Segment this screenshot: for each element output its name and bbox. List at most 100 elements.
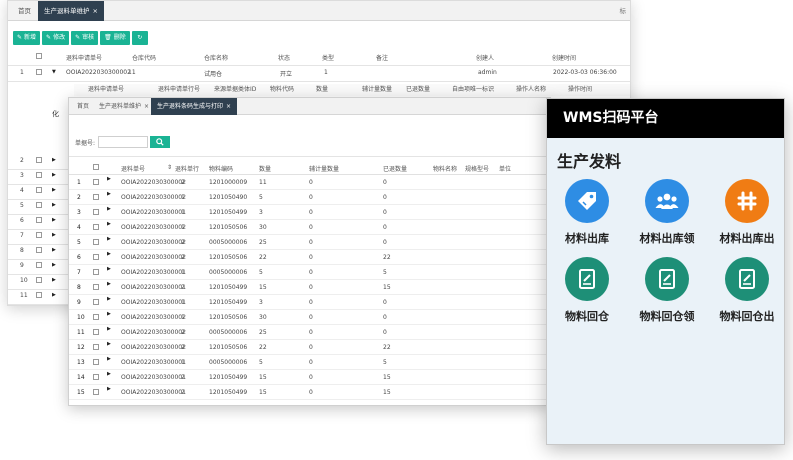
expand-triangle-icon[interactable]: ▶ bbox=[52, 292, 56, 298]
tab-barcode-generate-print[interactable]: 生产退料条码生成与打印 × bbox=[151, 98, 238, 115]
row-checkbox[interactable] bbox=[93, 359, 99, 367]
row-checkbox[interactable] bbox=[36, 262, 42, 270]
row-checkbox[interactable] bbox=[93, 239, 99, 247]
subcol-9[interactable]: 操作时间 bbox=[568, 84, 592, 93]
select-all-checkbox[interactable] bbox=[36, 53, 42, 61]
row-checkbox[interactable] bbox=[93, 329, 99, 337]
app-material-outbound-out[interactable]: 材料出库出 bbox=[707, 179, 784, 246]
expand-triangle-icon[interactable]: ▶ bbox=[107, 176, 111, 182]
row-checkbox[interactable] bbox=[93, 224, 99, 232]
expand-triangle-icon[interactable]: ▶ bbox=[52, 277, 56, 283]
expand-triangle-icon[interactable]: ▶ bbox=[107, 371, 111, 377]
col-spec[interactable]: 规格型号 bbox=[465, 164, 489, 173]
subcol-8[interactable]: 操作人名称 bbox=[516, 84, 546, 93]
expand-triangle-icon[interactable]: ▶ bbox=[107, 296, 111, 302]
row-checkbox[interactable] bbox=[36, 232, 42, 240]
col-material-code[interactable]: 物料编码 bbox=[209, 164, 233, 173]
expand-triangle-icon[interactable]: ▶ bbox=[107, 251, 111, 257]
row-checkbox[interactable] bbox=[36, 247, 42, 255]
expand-triangle-icon[interactable]: ▶ bbox=[107, 341, 111, 347]
subcol-7[interactable]: 自由项唯一标识 bbox=[452, 84, 494, 93]
subcol-3[interactable]: 物料代码 bbox=[270, 84, 294, 93]
close-icon[interactable]: × bbox=[93, 7, 98, 15]
table-row[interactable]: 10 ▶ OOIA2022030300002 1 1201050506 30 0 0 bbox=[69, 310, 550, 325]
row-checkbox[interactable] bbox=[36, 69, 42, 77]
expand-triangle-icon[interactable]: ▶ bbox=[52, 247, 56, 253]
table-row[interactable]: 8 ▶ OOIA2022030300001 2 1201050499 15 0 15 bbox=[69, 280, 550, 295]
col-warehouse-code[interactable]: 仓库代码 bbox=[132, 53, 156, 62]
expand-triangle-icon[interactable]: ▶ bbox=[52, 217, 56, 223]
col-remark[interactable]: 备注 bbox=[376, 53, 388, 62]
subcol-5[interactable]: 辅计量数量 bbox=[362, 84, 392, 93]
add-button[interactable]: ✎ 新增 bbox=[13, 31, 41, 45]
row-checkbox[interactable] bbox=[93, 389, 99, 397]
close-icon[interactable]: × bbox=[144, 103, 149, 110]
app-material-outbound[interactable]: 材料出库 bbox=[547, 179, 627, 246]
row-checkbox[interactable] bbox=[93, 194, 99, 202]
row-checkbox[interactable] bbox=[93, 209, 99, 217]
row-checkbox[interactable] bbox=[93, 344, 99, 352]
expand-triangle-icon[interactable]: ▶ bbox=[107, 281, 111, 287]
row-checkbox[interactable] bbox=[36, 277, 42, 285]
app-material-outbound-requisition[interactable]: 材料出库领 bbox=[627, 179, 707, 246]
search-button[interactable] bbox=[150, 136, 171, 148]
expand-triangle-icon[interactable]: ▶ bbox=[107, 311, 111, 317]
delete-button[interactable]: 🗑 删除 bbox=[100, 31, 130, 45]
table-row[interactable]: 7 ▶ OOIA2022030300001 1 0005000006 5 0 5 bbox=[69, 265, 550, 280]
subcol-0[interactable]: 退料申请单号 bbox=[88, 84, 124, 93]
row-checkbox[interactable] bbox=[93, 269, 99, 277]
refresh-button[interactable]: ↻ bbox=[131, 31, 148, 45]
approve-button[interactable]: ✎ 审核 bbox=[71, 31, 99, 45]
row-checkbox[interactable] bbox=[93, 299, 99, 307]
table-row[interactable]: 9 ▶ OOIA2022030300001 1 1201050499 3 0 0 bbox=[69, 295, 550, 310]
table-row[interactable]: 3 ▶ OOIA2022030300001 1 1201050499 3 0 0 bbox=[69, 205, 550, 220]
tab-home[interactable]: 首页 bbox=[12, 1, 37, 21]
app-material-return-requisition[interactable]: 物料回仓领 bbox=[627, 257, 707, 324]
expand-triangle-icon[interactable]: ▶ bbox=[107, 266, 111, 272]
tab-overflow[interactable]: 标 bbox=[620, 1, 627, 21]
row-checkbox[interactable] bbox=[36, 292, 42, 300]
expand-triangle-icon[interactable]: ▶ bbox=[52, 187, 56, 193]
row-checkbox[interactable] bbox=[36, 202, 42, 210]
col-type[interactable]: 类型 bbox=[322, 53, 334, 62]
expand-triangle-icon[interactable]: ▶ bbox=[52, 202, 56, 208]
expand-triangle-icon[interactable]: ▶ bbox=[52, 262, 56, 268]
col-aux-quantity[interactable]: 辅计量数量 bbox=[309, 164, 339, 173]
row-checkbox[interactable] bbox=[93, 254, 99, 262]
select-all-checkbox[interactable] bbox=[93, 164, 99, 172]
table-row[interactable]: 1 ▶ OOIA2022030300002 2 1201000009 11 0 0 bbox=[69, 175, 550, 190]
app-material-return[interactable]: 物料回仓 bbox=[547, 257, 627, 324]
row-checkbox[interactable] bbox=[93, 314, 99, 322]
table-row[interactable]: 11 ▶ OOIA2022030300002 2 0005000006 25 0 0 bbox=[69, 325, 550, 340]
table-row[interactable]: 13 ▶ OOIA2022030300001 1 0005000006 5 0 5 bbox=[69, 355, 550, 370]
col-return-order-no[interactable]: 退料单号 bbox=[121, 164, 145, 173]
col-creator[interactable]: 创建人 bbox=[476, 53, 494, 62]
col-returned-quantity[interactable]: 已退数量 bbox=[383, 164, 407, 173]
tab-return-order-maintenance[interactable]: 生产退料单维护 × bbox=[38, 1, 104, 21]
col-return-line[interactable]: 退料单行 bbox=[175, 164, 199, 173]
table-row[interactable]: 15 ▶ OOIA2022030300001 2 1201050499 15 0 15 bbox=[69, 385, 550, 400]
row-checkbox[interactable] bbox=[36, 157, 42, 165]
tab-home[interactable]: 首页 bbox=[71, 98, 95, 115]
expand-triangle-icon[interactable]: ▶ bbox=[107, 386, 111, 392]
table-row[interactable]: 1 ▼ OOIA2022030300002 11 试用仓 开立 1 admin … bbox=[8, 69, 630, 80]
row-checkbox[interactable] bbox=[36, 172, 42, 180]
col-warehouse-name[interactable]: 仓库名称 bbox=[204, 53, 228, 62]
expand-triangle-icon[interactable]: ▶ bbox=[107, 221, 111, 227]
row-checkbox[interactable] bbox=[36, 187, 42, 195]
expand-triangle-icon[interactable]: ▶ bbox=[107, 206, 111, 212]
tab-return-order-maintenance[interactable]: 生产退料单维护 × bbox=[93, 98, 155, 115]
expand-triangle-icon[interactable]: ▶ bbox=[52, 232, 56, 238]
subcol-2[interactable]: 来源单据类体ID bbox=[214, 84, 256, 93]
table-row[interactable]: 5 ▶ OOIA2022030300002 2 0005000006 25 0 0 bbox=[69, 235, 550, 250]
table-row[interactable]: 12 ▶ OOIA2022030300002 2 1201050506 22 0 22 bbox=[69, 340, 550, 355]
table-row[interactable]: 14 ▶ OOIA2022030300001 2 1201050499 15 0 15 bbox=[69, 370, 550, 385]
col-status[interactable]: 状态 bbox=[278, 53, 290, 62]
row-checkbox[interactable] bbox=[93, 374, 99, 382]
row-checkbox[interactable] bbox=[93, 284, 99, 292]
app-material-return-out[interactable]: 物料回仓出 bbox=[707, 257, 784, 324]
subcol-6[interactable]: 已退数量 bbox=[406, 84, 430, 93]
col-unit[interactable]: 单位 bbox=[499, 164, 511, 173]
subcol-1[interactable]: 退料申请单行号 bbox=[158, 84, 200, 93]
expand-triangle-icon[interactable]: ▶ bbox=[107, 356, 111, 362]
